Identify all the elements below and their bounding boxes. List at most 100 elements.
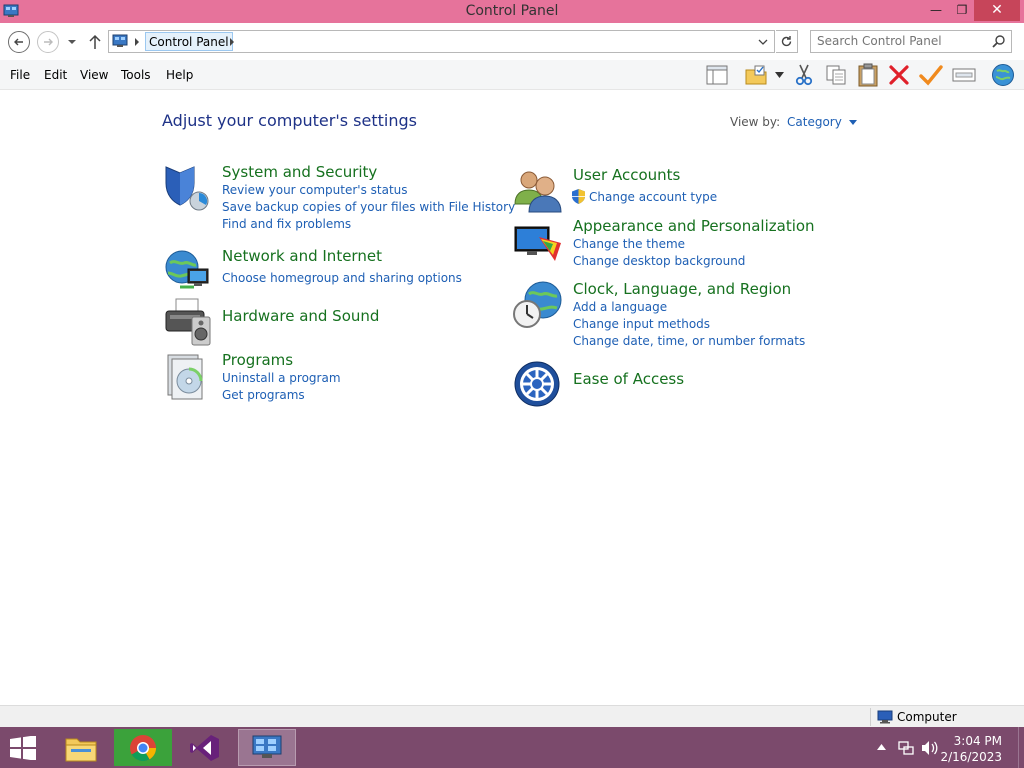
category-title[interactable]: System and Security bbox=[222, 163, 377, 181]
copy-button[interactable] bbox=[824, 63, 848, 87]
refresh-icon bbox=[781, 36, 792, 47]
view-by-label: View by: bbox=[730, 115, 781, 129]
link-add-language[interactable]: Add a language bbox=[573, 300, 667, 314]
close-button[interactable]: ✕ bbox=[974, 0, 1020, 21]
link-review-status[interactable]: Review your computer's status bbox=[222, 183, 408, 197]
minimize-button[interactable]: — bbox=[922, 0, 950, 21]
menu-bar: File Edit View Tools Help bbox=[0, 60, 1024, 90]
link-get-programs[interactable]: Get programs bbox=[222, 388, 305, 402]
link-file-history[interactable]: Save backup copies of your files with Fi… bbox=[222, 200, 515, 214]
taskbar-clock[interactable]: 3:04 PM 2/16/2023 bbox=[940, 733, 1002, 765]
users-icon[interactable] bbox=[513, 166, 563, 216]
category-title[interactable]: Clock, Language, and Region bbox=[573, 280, 791, 298]
paste-button[interactable] bbox=[856, 63, 880, 87]
properties-icon bbox=[952, 68, 976, 82]
category-title[interactable]: Programs bbox=[222, 351, 293, 369]
search-icon[interactable] bbox=[992, 34, 1006, 48]
chrome-icon bbox=[130, 734, 157, 761]
link-change-date-time-formats[interactable]: Change date, time, or number formats bbox=[573, 334, 805, 348]
folder-options-button[interactable] bbox=[744, 63, 768, 87]
taskbar-visual-studio[interactable] bbox=[176, 729, 234, 766]
category-title[interactable]: Network and Internet bbox=[222, 247, 382, 265]
copy-icon bbox=[826, 65, 846, 85]
link-homegroup-sharing[interactable]: Choose homegroup and sharing options bbox=[222, 271, 462, 285]
layout-button[interactable] bbox=[705, 63, 729, 87]
view-by-dropdown[interactable]: Category bbox=[787, 115, 857, 129]
window-title: Control Panel bbox=[465, 3, 559, 19]
breadcrumb-chevron-icon[interactable] bbox=[134, 38, 140, 46]
category-title[interactable]: Appearance and Personalization bbox=[573, 217, 815, 235]
search-input[interactable] bbox=[817, 34, 987, 48]
search-box[interactable] bbox=[810, 30, 1012, 53]
file-explorer-icon bbox=[65, 738, 97, 761]
cut-icon bbox=[795, 64, 813, 86]
show-hidden-icons-icon[interactable] bbox=[877, 744, 886, 750]
control-panel-icon bbox=[112, 34, 128, 47]
globe-button[interactable] bbox=[991, 63, 1015, 87]
taskbar: 3:04 PM 2/16/2023 bbox=[0, 727, 1024, 768]
network-tray-icon[interactable] bbox=[898, 740, 914, 756]
show-desktop-button[interactable] bbox=[1018, 727, 1024, 768]
view-by-value: Category bbox=[787, 115, 842, 129]
printer-speaker-icon[interactable] bbox=[162, 297, 212, 347]
programs-disc-icon[interactable] bbox=[162, 351, 212, 401]
restore-button[interactable]: ❐ bbox=[948, 0, 976, 21]
link-change-desktop-background[interactable]: Change desktop background bbox=[573, 254, 745, 268]
title-bar: Control Panel — ❐ ✕ bbox=[0, 0, 1024, 23]
ease-of-access-icon[interactable] bbox=[513, 360, 563, 410]
properties-button[interactable] bbox=[952, 63, 976, 87]
uac-shield-icon bbox=[572, 189, 585, 204]
recent-locations-dropdown-icon[interactable] bbox=[67, 39, 77, 45]
folder-options-icon bbox=[745, 65, 767, 85]
folder-options-dropdown-icon[interactable] bbox=[775, 72, 784, 78]
taskbar-chrome[interactable] bbox=[114, 729, 172, 766]
appearance-monitor-icon[interactable] bbox=[513, 217, 563, 267]
link-change-input-methods[interactable]: Change input methods bbox=[573, 317, 710, 331]
category-title[interactable]: User Accounts bbox=[573, 166, 680, 184]
breadcrumb-control-panel[interactable]: Control Panel bbox=[145, 32, 233, 51]
link-uninstall-program[interactable]: Uninstall a program bbox=[222, 371, 341, 385]
network-globe-icon[interactable] bbox=[162, 247, 212, 297]
cut-button[interactable] bbox=[792, 63, 816, 87]
delete-button[interactable] bbox=[887, 63, 911, 87]
breadcrumb-expand-icon[interactable] bbox=[229, 38, 235, 46]
clock-time: 3:04 PM bbox=[953, 734, 1002, 748]
category-title[interactable]: Hardware and Sound bbox=[222, 307, 379, 325]
control-panel-icon bbox=[252, 735, 282, 758]
clock-date: 2/16/2023 bbox=[940, 750, 1002, 764]
refresh-button[interactable] bbox=[776, 30, 798, 53]
navigation-bar: Control Panel bbox=[0, 23, 1024, 60]
menu-view[interactable]: View bbox=[80, 68, 108, 82]
back-button[interactable] bbox=[8, 31, 30, 53]
up-arrow-icon[interactable] bbox=[88, 34, 102, 50]
menu-file[interactable]: File bbox=[10, 68, 30, 82]
computer-icon bbox=[877, 710, 893, 724]
visual-studio-icon bbox=[190, 734, 219, 761]
menu-tools[interactable]: Tools bbox=[121, 68, 151, 82]
page-title: Adjust your computer's settings bbox=[162, 111, 417, 130]
menu-help[interactable]: Help bbox=[166, 68, 193, 82]
link-find-fix-problems[interactable]: Find and fix problems bbox=[222, 217, 351, 231]
back-arrow-icon bbox=[14, 38, 23, 46]
layout-icon bbox=[706, 65, 728, 85]
taskbar-file-explorer[interactable] bbox=[52, 729, 110, 766]
forward-arrow-icon bbox=[44, 38, 53, 46]
properties-check-button[interactable] bbox=[919, 63, 943, 87]
menu-edit[interactable]: Edit bbox=[44, 68, 67, 82]
link-change-theme[interactable]: Change the theme bbox=[573, 237, 685, 251]
paste-icon bbox=[858, 63, 878, 87]
address-dropdown-icon[interactable] bbox=[758, 39, 768, 45]
breadcrumb-label: Control Panel bbox=[149, 35, 229, 49]
forward-button[interactable] bbox=[37, 31, 59, 53]
status-bar: Computer bbox=[0, 705, 1024, 727]
link-change-account-type[interactable]: Change account type bbox=[589, 190, 717, 204]
taskbar-control-panel[interactable] bbox=[238, 729, 296, 766]
status-location: Computer bbox=[897, 710, 957, 724]
address-bar[interactable]: Control Panel bbox=[108, 30, 775, 53]
windows-start-icon[interactable] bbox=[8, 736, 38, 760]
globe-icon bbox=[992, 64, 1014, 86]
clock-globe-icon[interactable] bbox=[513, 280, 563, 330]
shield-icon[interactable] bbox=[162, 163, 212, 213]
volume-icon[interactable] bbox=[921, 740, 938, 756]
category-title[interactable]: Ease of Access bbox=[573, 370, 684, 388]
